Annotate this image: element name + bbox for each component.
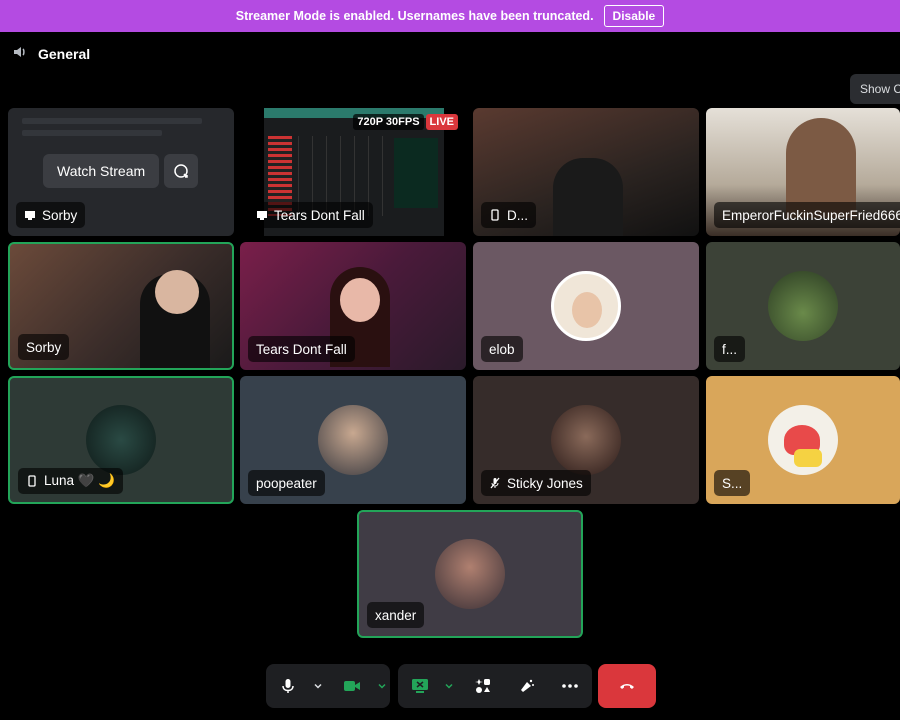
streamer-mode-banner: Streamer Mode is enabled. Usernames have… xyxy=(0,0,900,32)
avatar-tile-luna[interactable]: Luna 🖤 🌙 xyxy=(8,376,234,504)
hangup-icon xyxy=(620,684,634,689)
screen-share-icon xyxy=(25,211,35,220)
participant-label: Sorby xyxy=(18,334,70,360)
participant-label: elob xyxy=(481,336,523,362)
avatar-tile-f[interactable]: f... xyxy=(706,242,900,370)
mute-button[interactable] xyxy=(266,664,310,708)
video-tile-sorby[interactable]: Sorby xyxy=(8,242,234,370)
participant-label: Tears Dont Fall xyxy=(248,336,355,362)
chevron-down-icon xyxy=(378,683,386,689)
avatar-tile-poopeater[interactable]: poopeater xyxy=(240,376,466,504)
participant-label: Tears Dont Fall xyxy=(248,202,373,228)
participant-label: S... xyxy=(714,470,751,496)
mobile-icon xyxy=(28,475,36,487)
participant-label: Sticky Jones xyxy=(481,470,591,496)
avatar xyxy=(318,405,388,475)
soundboard-icon xyxy=(520,679,534,692)
avatar xyxy=(551,405,621,475)
participant-label: f... xyxy=(714,336,746,362)
muted-mic-icon xyxy=(490,477,500,489)
avatar xyxy=(551,271,621,341)
disconnect-button[interactable] xyxy=(598,664,656,708)
avatar xyxy=(86,405,156,475)
disable-button[interactable]: Disable xyxy=(603,5,665,27)
screen-share-icon xyxy=(257,211,267,220)
channel-header: General xyxy=(12,44,90,63)
participant-label: EmperorFuckinSuperFried666 xyxy=(714,202,900,228)
popout-icon xyxy=(174,164,188,178)
voice-controls-left xyxy=(266,664,390,708)
banner-text: Streamer Mode is enabled. Usernames have… xyxy=(235,9,594,23)
screen-share-button[interactable] xyxy=(398,664,442,708)
channel-name: General xyxy=(38,45,91,62)
voice-controls-middle xyxy=(398,664,592,708)
avatar xyxy=(435,539,505,609)
camera-button[interactable] xyxy=(330,664,374,708)
avatar xyxy=(768,271,838,341)
participant-label: poopeater xyxy=(248,470,325,496)
participant-label: D... xyxy=(481,202,537,228)
video-tile-d[interactable]: D... xyxy=(473,108,699,236)
stream-tile-tears[interactable]: 720P 30FPS LIVE Tears Dont Fall xyxy=(240,108,466,236)
participant-label: Luna 🖤 🌙 xyxy=(18,468,124,494)
avatar-tile-xander[interactable]: xander xyxy=(357,510,583,638)
activities-button[interactable] xyxy=(461,664,505,708)
screen-share-options-button[interactable] xyxy=(442,664,458,708)
mobile-icon xyxy=(491,209,499,221)
camera-icon xyxy=(344,681,360,691)
avatar-tile-sticky[interactable]: Sticky Jones xyxy=(473,376,699,504)
chevron-down-icon xyxy=(445,683,453,689)
show-chat-button[interactable]: Show C xyxy=(850,74,900,104)
watch-stream-button[interactable]: Watch Stream xyxy=(43,154,160,188)
activities-icon xyxy=(475,679,491,693)
video-tile-emperor[interactable]: EmperorFuckinSuperFried666 xyxy=(706,108,900,236)
live-badge: LIVE xyxy=(425,114,458,130)
speaker-icon xyxy=(12,44,28,63)
avatar-tile-s[interactable]: S... xyxy=(706,376,900,504)
video-tile-tears[interactable]: Tears Dont Fall xyxy=(240,242,466,370)
avatar xyxy=(768,405,838,475)
more-icon xyxy=(562,684,579,688)
chevron-down-icon xyxy=(314,683,322,689)
mic-options-button[interactable] xyxy=(310,664,326,708)
participant-label: Sorby xyxy=(16,202,86,228)
microphone-icon xyxy=(282,679,294,693)
stream-tile-sorby[interactable]: Watch Stream Sorby xyxy=(8,108,234,236)
popout-stream-button[interactable] xyxy=(164,154,198,188)
screen-share-icon xyxy=(411,679,428,693)
avatar-tile-elob[interactable]: elob xyxy=(473,242,699,370)
soundboard-button[interactable] xyxy=(505,664,549,708)
participant-label: xander xyxy=(367,602,425,628)
more-options-button[interactable] xyxy=(548,664,592,708)
camera-options-button[interactable] xyxy=(374,664,390,708)
stream-quality-badge: 720P 30FPS LIVE xyxy=(353,114,458,130)
